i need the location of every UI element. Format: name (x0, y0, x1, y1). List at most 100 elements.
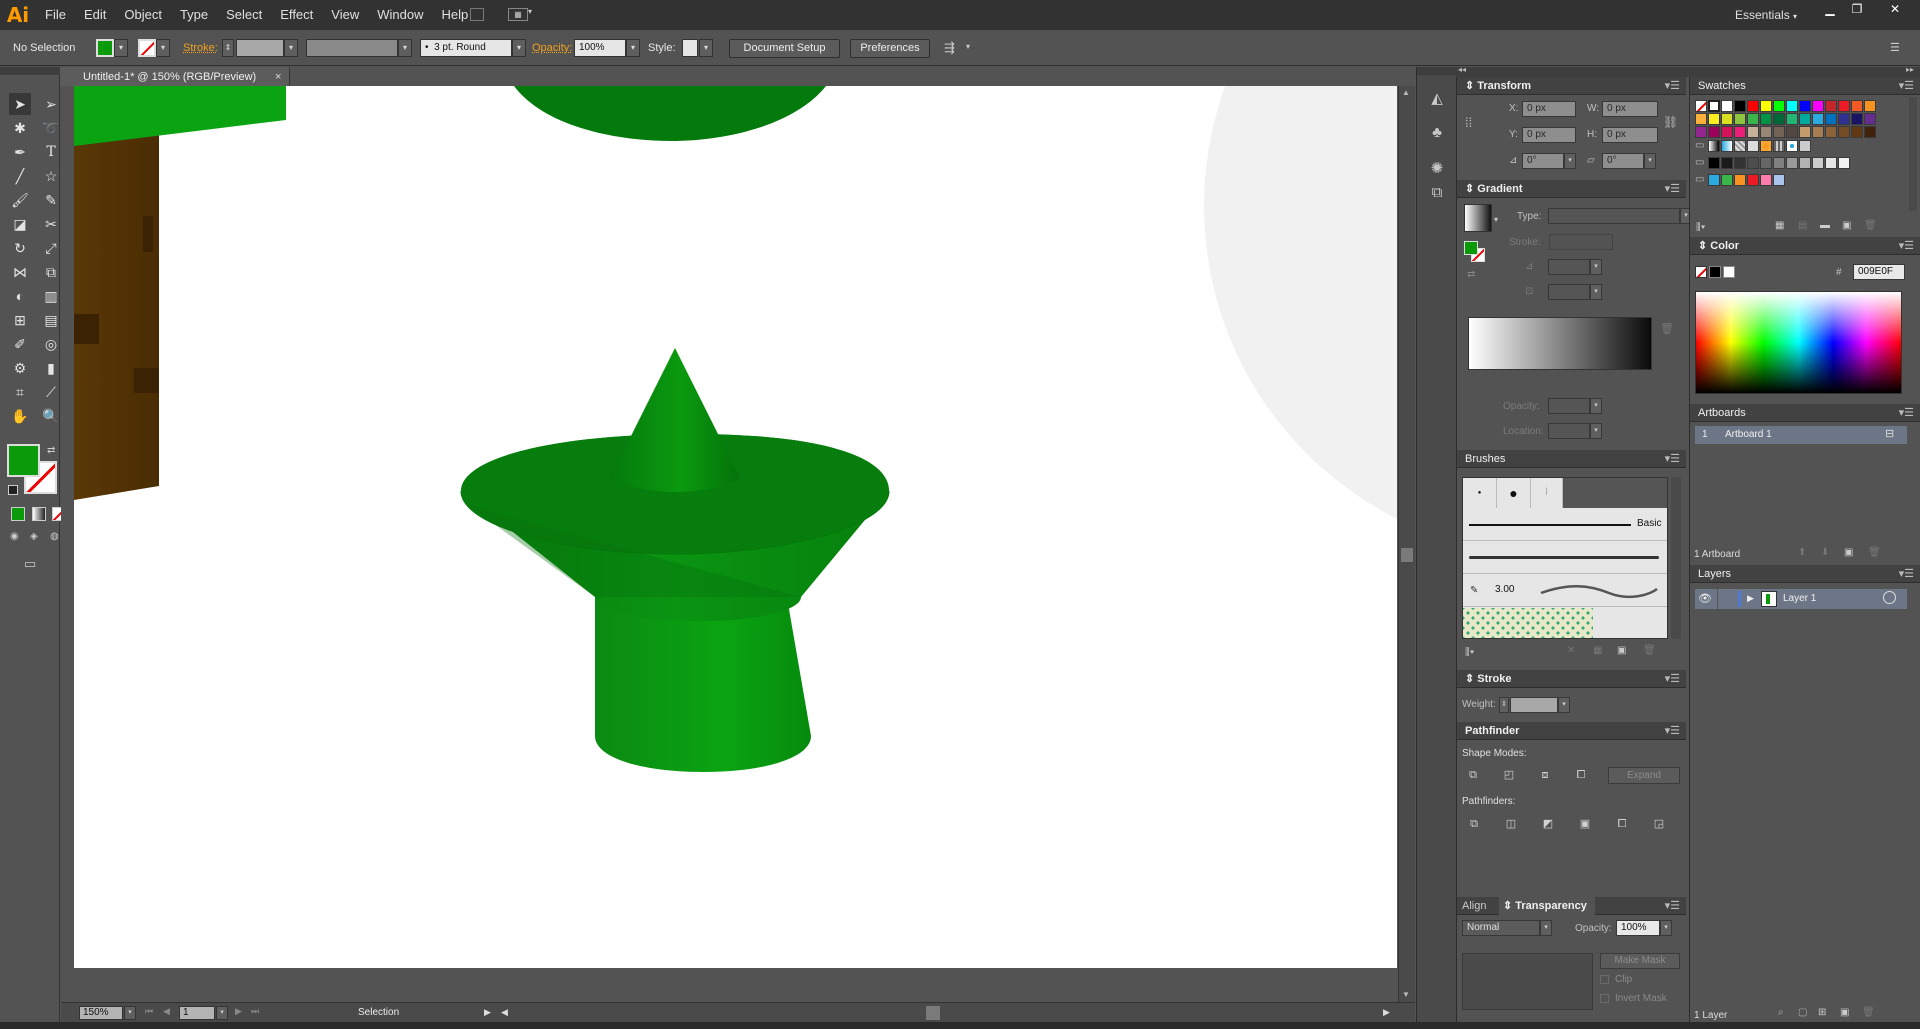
symbol-sprayer-tool-icon[interactable]: ⚙ (9, 357, 31, 379)
swatch[interactable] (1773, 113, 1785, 125)
perspective-grid-tool-icon[interactable]: ▥ (40, 285, 62, 307)
blend-mode-select[interactable]: Normal (1462, 920, 1540, 936)
swatch-pattern[interactable] (1760, 140, 1772, 152)
hex-color-field[interactable]: 009E0F (1853, 264, 1905, 280)
zoom-field[interactable]: 150% (79, 1006, 123, 1020)
blend-tool-icon[interactable]: ◎ (40, 333, 62, 355)
expand-button[interactable]: Expand (1608, 767, 1680, 784)
swatch[interactable] (1864, 100, 1876, 112)
brush-list[interactable]: ● ● ǀ Basic ✎ 3.00 (1462, 477, 1668, 639)
swatch[interactable] (1773, 157, 1785, 169)
delete-artboard-icon[interactable]: 🗑 (1868, 547, 1881, 558)
style-dropdown[interactable]: ▾ (699, 39, 713, 57)
swatch-options-icon[interactable]: ▤ (1798, 220, 1807, 231)
star-tool-icon[interactable]: ☆ (40, 165, 62, 187)
panel-dock-grip[interactable]: ◂◂ ▸▸ (1456, 65, 1920, 77)
swatch[interactable] (1760, 126, 1772, 138)
brush-dropdown[interactable]: ▾ (512, 39, 526, 57)
close-tab-icon[interactable]: × (275, 67, 281, 87)
swatch[interactable] (1825, 126, 1837, 138)
locate-object-icon[interactable]: ⌕ (1778, 1007, 1784, 1018)
gradient-stroke-options[interactable] (1549, 234, 1613, 250)
zoom-dropdown[interactable]: ▾ (124, 1006, 136, 1020)
swatch[interactable] (1760, 174, 1772, 186)
swatch-pattern[interactable] (1799, 140, 1811, 152)
menu-select[interactable]: Select (217, 0, 271, 30)
artboard-options-icon[interactable]: ⊟ (1885, 427, 1894, 440)
new-artboard-icon[interactable]: ▣ (1844, 547, 1853, 558)
restore-button[interactable]: ❐ (1843, 0, 1871, 18)
transform-panel-header[interactable]: ⇕ Transform ▾☰ (1457, 77, 1686, 95)
brush-row-pattern[interactable] (1463, 608, 1593, 638)
swatch[interactable] (1825, 113, 1837, 125)
draw-behind-icon[interactable]: ◈ (30, 531, 38, 542)
swatch[interactable] (1851, 100, 1863, 112)
new-layer-icon[interactable]: ▣ (1840, 1007, 1849, 1018)
direct-selection-tool-icon[interactable]: ➢ (40, 93, 62, 115)
swatch[interactable] (1799, 100, 1811, 112)
swatch[interactable] (1734, 174, 1746, 186)
delete-layer-icon[interactable]: 🗑 (1862, 1007, 1875, 1018)
artboard-row[interactable]: 1 Artboard 1 ⊟ (1695, 426, 1907, 444)
swatch[interactable] (1812, 157, 1824, 169)
panel-menu-icon[interactable]: ▾☰ (1665, 722, 1680, 740)
pencil-tool-icon[interactable]: ✎ (40, 189, 62, 211)
swatch[interactable] (1760, 157, 1772, 169)
gradient-location-field[interactable] (1548, 423, 1590, 439)
delete-swatch-icon[interactable]: 🗑 (1864, 220, 1877, 231)
stroke-weight-dropdown[interactable]: ▾ (284, 39, 298, 57)
new-color-group-icon[interactable]: ▬ (1820, 220, 1830, 231)
layer-target-icon[interactable] (1883, 591, 1896, 604)
layers-panel-header[interactable]: Layers ▾☰ (1690, 565, 1920, 583)
zoom-tool-icon[interactable]: 🔍 (40, 405, 62, 427)
symbols-icon[interactable]: ♣ (1427, 123, 1447, 143)
document-tab[interactable]: Untitled-1* @ 150% (RGB/Preview) × (60, 67, 290, 87)
minus-front-icon[interactable]: ◰ (1500, 767, 1518, 783)
pen-tool-icon[interactable]: ✒ (9, 141, 31, 163)
tab-align[interactable]: Align (1457, 897, 1499, 915)
gradient-slider[interactable] (1468, 317, 1652, 370)
stroke-label[interactable]: Stroke: (183, 42, 218, 54)
swatch[interactable] (1812, 100, 1824, 112)
paintbrush-tool-icon[interactable]: 🖌 (9, 189, 31, 211)
swatch[interactable] (1773, 100, 1785, 112)
stroke-panel-header[interactable]: ⇕ Stroke ▾☰ (1457, 670, 1686, 688)
line-tool-icon[interactable]: ╱ (9, 165, 31, 187)
brush-row-calligraphic[interactable]: ✎ 3.00 (1463, 575, 1667, 607)
panel-menu-icon[interactable]: ▾☰ (1899, 565, 1914, 583)
exclude-icon[interactable]: ⧠ (1572, 767, 1590, 783)
lock-toggle[interactable] (1717, 589, 1737, 609)
expand-dock-icon[interactable]: ▸▸ (1906, 65, 1914, 74)
new-swatch-icon[interactable]: ▣ (1842, 220, 1851, 231)
swatch-white[interactable] (1721, 100, 1733, 112)
gradient-tool-icon[interactable]: ▤ (40, 309, 62, 331)
slice-tool-icon[interactable]: ⟋ (40, 381, 62, 403)
delete-brush-icon[interactable]: 🗑 (1643, 645, 1656, 656)
color-spectrum[interactable] (1695, 291, 1902, 394)
draw-inside-icon[interactable]: ◍ (50, 531, 59, 542)
brush-options-icon[interactable]: ▦ (1593, 645, 1602, 656)
color-panel-header[interactable]: ⇕ Color ▾☰ (1690, 237, 1920, 255)
transparency-opacity-field[interactable]: 100% (1616, 920, 1660, 936)
scroll-right-icon[interactable]: ▶ (1383, 1007, 1390, 1018)
swatch-pattern[interactable] (1773, 140, 1785, 152)
swatch[interactable] (1838, 157, 1850, 169)
eyedropper-tool-icon[interactable]: ✐ (9, 333, 31, 355)
stroke-swatch[interactable] (138, 39, 156, 57)
color-guide-icon[interactable]: ◭ (1427, 89, 1447, 109)
horizontal-scroll-thumb[interactable] (926, 1006, 940, 1020)
expand-layer-icon[interactable]: ▶ (1747, 593, 1754, 604)
rotate-field[interactable]: 0° (1522, 153, 1564, 169)
swatch[interactable] (1786, 126, 1798, 138)
swatch[interactable] (1747, 113, 1759, 125)
brush-preset-thin[interactable]: ǀ (1531, 478, 1563, 508)
swatch-gradient[interactable] (1721, 140, 1733, 152)
reverse-gradient-icon[interactable]: ⇄ (1467, 269, 1475, 280)
delete-stop-icon[interactable]: 🗑 (1660, 322, 1674, 335)
brushes-panel-header[interactable]: Brushes ▾☰ (1457, 450, 1686, 468)
swatch[interactable] (1695, 113, 1707, 125)
width-tool-icon[interactable]: ⋈ (9, 261, 31, 283)
close-window-button[interactable]: ✕ (1881, 0, 1909, 18)
make-mask-button[interactable]: Make Mask (1600, 953, 1680, 969)
workspace-switcher[interactable]: Essentials ▾ (1735, 0, 1797, 30)
